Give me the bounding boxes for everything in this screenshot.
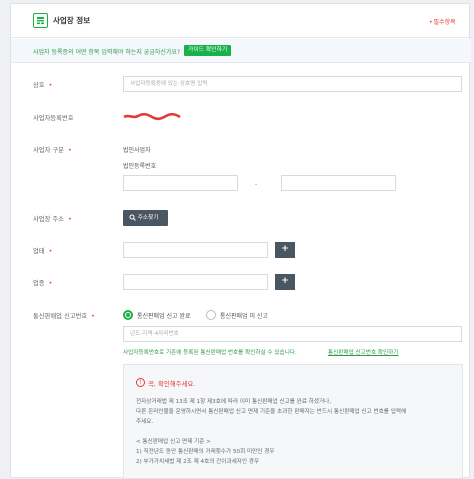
corp-number-separator: - xyxy=(255,181,258,188)
biz-type-label: 사업자 구분 • xyxy=(33,147,72,154)
mail-order-label: 통신판매업 신고번호 • xyxy=(33,313,95,320)
address-search-button[interactable]: 주소찾기 xyxy=(123,210,168,226)
biz-number-label: 사업자등록번호 xyxy=(33,115,74,122)
notice-line: 전자상거래법 제 13조 제 1항 제3호에 따라 이미 통신판매업 신고를 완… xyxy=(136,399,332,405)
guide-banner: 사업자 등록증의 어떤 항목 입력해야 하는지 궁금하신가요? 가이드 확인하기 xyxy=(11,39,471,63)
industry-input[interactable] xyxy=(123,242,268,258)
notice-box: ! 꼭, 확인해주세요. 전자상거래법 제 13조 제 1항 제3호에 따라 이… xyxy=(123,364,463,479)
panel-header: 사업장 정보 •필수항목 xyxy=(11,4,471,38)
category-label: 업종 • xyxy=(33,280,53,287)
radio-reported-label: 통신판매업 신고 완료 xyxy=(137,313,191,320)
radio-reported[interactable] xyxy=(123,310,133,320)
notice-title: 꼭, 확인해주세요. xyxy=(148,380,196,388)
address-label: 사업장 주소 • xyxy=(33,216,72,223)
alert-icon: ! xyxy=(136,378,145,387)
category-add-button[interactable]: + xyxy=(275,274,295,290)
store-icon xyxy=(33,13,48,28)
notice-line: 1) 직전년도 동안 통신판매의 거래횟수가 50회 미만인 경우 xyxy=(136,449,275,455)
corp-number-second-input[interactable] xyxy=(281,175,396,191)
radio-not-reported[interactable] xyxy=(206,310,216,320)
radio-not-reported-label: 통신판매업 미 신고 xyxy=(220,313,268,320)
category-input[interactable] xyxy=(123,274,268,290)
notice-line: < 통신판매업 신고 면제 기준 > xyxy=(136,439,211,445)
guide-text: 사업자 등록증의 어떤 항목 입력해야 하는지 궁금하신가요? xyxy=(33,49,181,56)
notice-line: 주세요. xyxy=(136,419,154,425)
guide-button[interactable]: 가이드 확인하기 xyxy=(184,45,232,56)
notice-line: 다른 온라인몰을 운영하시면서 통신판매업 신고 면제 기준을 초과한 판매자는… xyxy=(136,409,407,415)
business-name-input[interactable]: 사업자등록증에 있는 상호명 입력 xyxy=(123,76,462,92)
page-title: 사업장 정보 xyxy=(53,16,91,25)
business-info-panel: 사업장 정보 •필수항목 사업자 등록증의 어떤 항목 입력해야 하는지 궁금하… xyxy=(10,3,471,479)
mail-order-number-input[interactable]: 년도-지역-4자리번호 xyxy=(123,326,462,342)
notice-line: 2) 부가가치세법 제 2조 제 4호의 간이과세자인 경우 xyxy=(136,459,260,465)
redacted-biz-number xyxy=(123,112,181,121)
address-search-label: 주소찾기 xyxy=(137,215,159,221)
biz-type-value: 법인사업자 xyxy=(123,147,151,154)
mail-order-check-link[interactable]: 통신판매업 신고번호 확인하기 xyxy=(328,348,398,356)
required-legend: •필수항목 xyxy=(429,19,456,26)
corp-number-label: 법인등록번호 xyxy=(123,163,157,170)
search-icon xyxy=(129,214,138,221)
name-label: 상호 • xyxy=(33,82,53,89)
industry-add-button[interactable]: + xyxy=(275,242,295,258)
corp-number-first-input[interactable] xyxy=(123,175,238,191)
required-legend-label: 필수항목 xyxy=(433,19,456,26)
mail-order-info-text: 사업자등록번호로 기존에 등록된 통신판매업 번호를 확인하실 수 있습니다. xyxy=(123,350,297,356)
industry-label: 업태 • xyxy=(33,248,53,255)
